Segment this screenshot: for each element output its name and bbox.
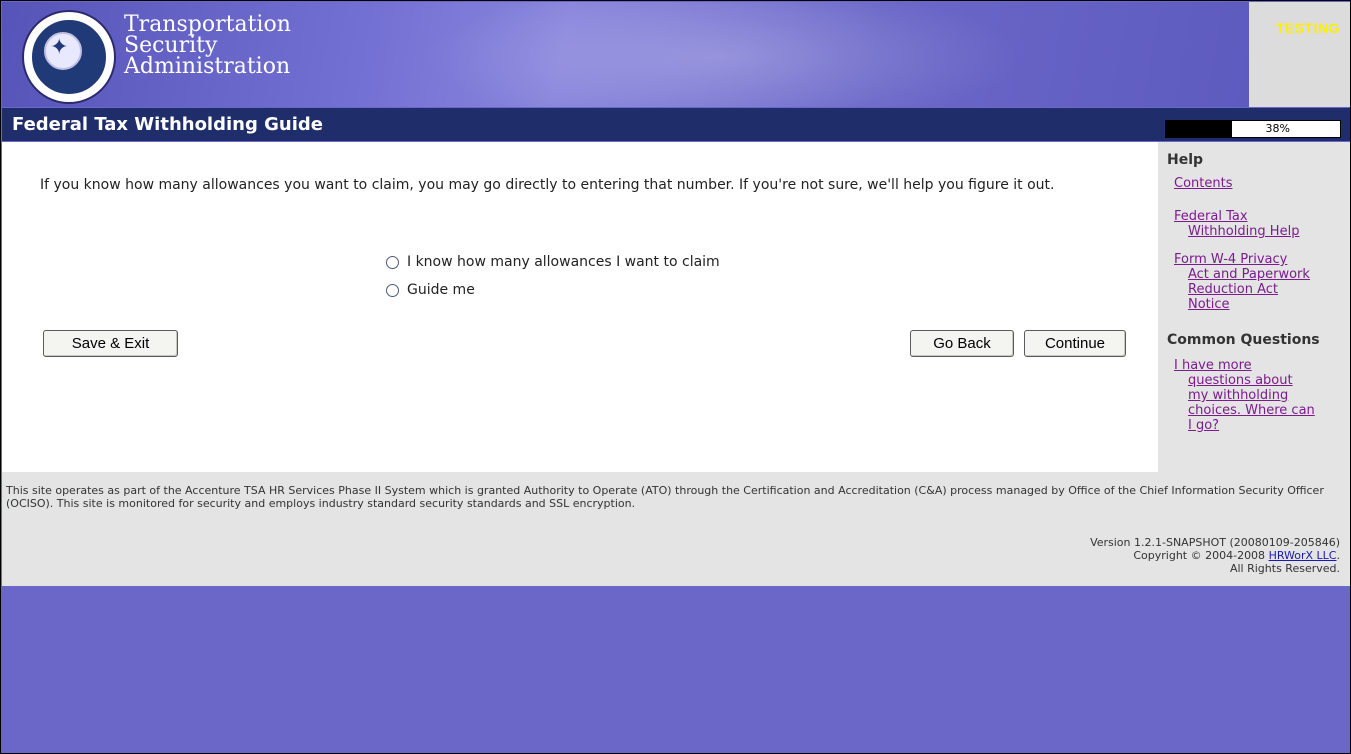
main-content: If you know how many allowances you want… bbox=[2, 142, 1158, 472]
help-link-label: Contents bbox=[1174, 176, 1233, 191]
option-label: Guide me bbox=[407, 282, 475, 298]
option-guide-me[interactable]: Guide me bbox=[386, 276, 720, 304]
progress-label: 38% bbox=[1265, 122, 1290, 135]
intro-text: If you know how many allowances you want… bbox=[40, 177, 1055, 193]
copyright-suffix: . bbox=[1336, 549, 1341, 562]
flag-background bbox=[422, 2, 1022, 107]
help-link-line: Form W-4 Privacy bbox=[1174, 252, 1288, 267]
help-link-line: my withholding bbox=[1188, 388, 1289, 403]
help-link-federal-tax[interactable]: Federal Tax Withholding Help bbox=[1174, 209, 1299, 239]
dhs-seal-logo: ✦ bbox=[22, 10, 116, 104]
radio-button[interactable] bbox=[386, 283, 399, 297]
help-link-line: Withholding Help bbox=[1188, 224, 1300, 239]
help-link-line: Act and Paperwork bbox=[1188, 267, 1310, 282]
radio-button[interactable] bbox=[386, 255, 399, 269]
footer: This site operates as part of the Accent… bbox=[2, 472, 1350, 586]
help-link-contents[interactable]: Contents bbox=[1174, 176, 1232, 191]
rights-text: All Rights Reserved. bbox=[1229, 562, 1340, 575]
page-title: Federal Tax Withholding Guide bbox=[12, 114, 323, 135]
help-link-more-questions[interactable]: I have more questions about my withholdi… bbox=[1174, 358, 1315, 433]
agency-line-1: Transportation bbox=[124, 12, 291, 37]
agency-name: Transportation Security Administration bbox=[124, 12, 291, 79]
ato-notice: This site operates as part of the Accent… bbox=[6, 484, 1324, 510]
version-text: Version 1.2.1-SNAPSHOT (20080109-205846) bbox=[1090, 536, 1340, 549]
help-link-line: I go? bbox=[1188, 418, 1220, 433]
help-link-line: choices. Where can bbox=[1188, 403, 1315, 418]
version-info: Version 1.2.1-SNAPSHOT (20080109-205846)… bbox=[1090, 536, 1340, 575]
progress-fill bbox=[1166, 121, 1232, 137]
option-label: I know how many allowances I want to cla… bbox=[407, 254, 720, 270]
go-back-button[interactable]: Go Back bbox=[910, 330, 1014, 357]
help-link-line: Notice bbox=[1188, 297, 1230, 312]
allowance-options: I know how many allowances I want to cla… bbox=[386, 248, 720, 304]
company-link[interactable]: HRWorX LLC bbox=[1269, 549, 1337, 562]
environment-panel: TESTING bbox=[1249, 2, 1350, 107]
environment-label: TESTING bbox=[1275, 20, 1340, 36]
help-link-line: I have more bbox=[1174, 358, 1252, 373]
continue-button[interactable]: Continue bbox=[1024, 330, 1126, 357]
help-link-line: questions about bbox=[1188, 373, 1293, 388]
page-frame: ✦ Transportation Security Administration… bbox=[0, 0, 1351, 754]
help-heading: Help bbox=[1167, 152, 1204, 168]
copyright-line: Copyright © 2004-2008 HRWorX LLC. bbox=[1090, 549, 1340, 562]
agency-line-3: Administration bbox=[124, 54, 291, 79]
agency-line-2: Security bbox=[124, 33, 218, 58]
copyright-text: Copyright © 2004-2008 bbox=[1133, 549, 1269, 562]
help-link-line: Reduction Act bbox=[1188, 282, 1279, 297]
option-know-allowances[interactable]: I know how many allowances I want to cla… bbox=[386, 248, 720, 276]
eagle-icon: ✦ bbox=[50, 35, 69, 60]
help-link-line: Federal Tax bbox=[1174, 209, 1248, 224]
help-link-w4-privacy[interactable]: Form W-4 Privacy Act and Paperwork Reduc… bbox=[1174, 252, 1310, 312]
save-exit-button[interactable]: Save & Exit bbox=[43, 330, 178, 357]
common-questions-heading: Common Questions bbox=[1167, 332, 1320, 348]
header-banner: ✦ Transportation Security Administration bbox=[2, 2, 1249, 107]
title-bar: Federal Tax Withholding Guide 38% bbox=[2, 108, 1350, 141]
help-sidebar: Help Contents Federal Tax Withholding He… bbox=[1158, 142, 1350, 472]
progress-bar: 38% bbox=[1165, 120, 1341, 138]
